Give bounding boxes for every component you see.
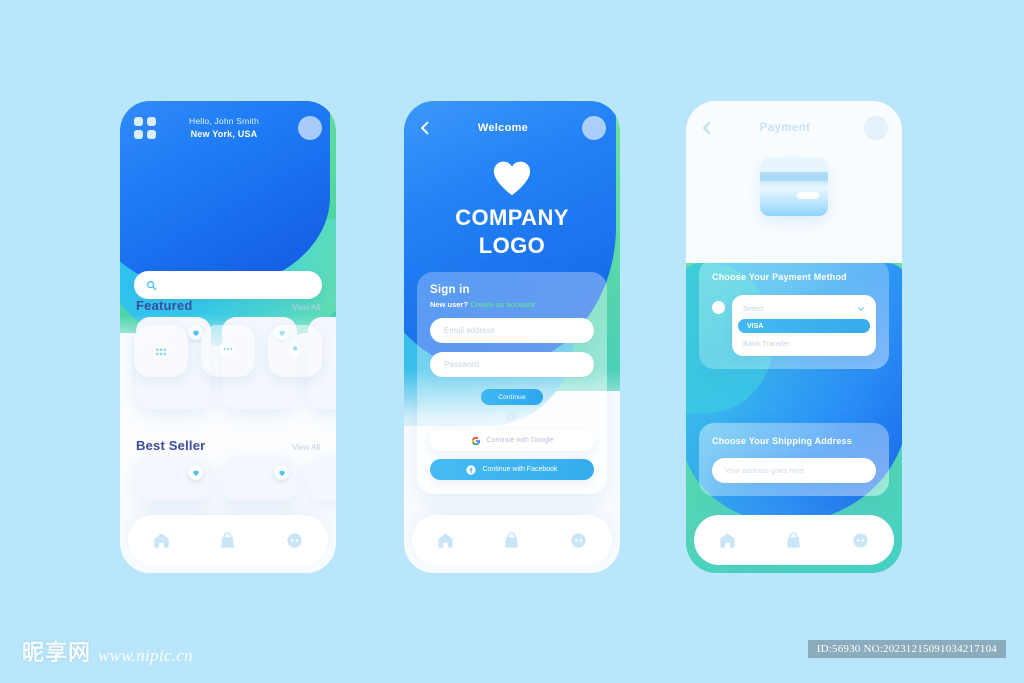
watermark-url: www.nipic.cn xyxy=(98,646,193,665)
greeting-location: New York, USA xyxy=(190,128,258,139)
home-tabbar xyxy=(128,515,328,565)
calendar-icon xyxy=(153,344,169,359)
facebook-icon xyxy=(466,464,477,475)
product-card[interactable] xyxy=(222,457,297,501)
signin-topbar: Welcome xyxy=(404,101,620,155)
favorite-button[interactable] xyxy=(274,465,289,480)
create-account-link[interactable]: Create an account xyxy=(470,300,535,309)
google-icon xyxy=(471,436,480,445)
signin-form-panel: Sign in New user? Create an account Emai… xyxy=(417,272,607,494)
dropdown-select-placeholder-row[interactable]: Select xyxy=(732,300,876,317)
home-icon[interactable] xyxy=(152,531,171,550)
payment-tabbar xyxy=(694,515,894,565)
favorite-button[interactable] xyxy=(188,465,203,480)
product-card[interactable] xyxy=(136,457,211,501)
section-header-featured: Featured View All xyxy=(136,298,320,313)
mockup-canvas: Hello, John Smith New York, USA Featured… xyxy=(0,0,1024,683)
new-user-label: New user? xyxy=(430,300,468,309)
continue-button[interactable]: Continue xyxy=(481,389,543,405)
signin-heading: Sign in xyxy=(430,284,470,296)
payment-topbar: Payment xyxy=(686,101,902,155)
dropdown-placeholder: Select xyxy=(743,304,764,314)
search-input[interactable] xyxy=(134,271,322,299)
payment-method-dropdown[interactable]: Select VISA Bank Transfer xyxy=(732,295,876,357)
card-magnetic-stripe xyxy=(760,172,828,181)
credit-card-icon xyxy=(760,158,828,216)
password-field[interactable]: Password xyxy=(430,352,594,377)
phone-home-screen: Hello, John Smith New York, USA Featured… xyxy=(120,101,336,573)
greeting-name: Hello, John Smith xyxy=(188,116,259,127)
radio-button[interactable] xyxy=(712,301,725,315)
logo-line-1: COMPANY xyxy=(455,205,569,230)
email-field[interactable]: Email address xyxy=(430,318,594,343)
address-input[interactable]: Your address goes here xyxy=(712,458,876,484)
chat-icon[interactable] xyxy=(569,531,588,550)
quick-action-messages[interactable] xyxy=(201,325,255,377)
continue-with-facebook-button[interactable]: Continue with Facebook xyxy=(430,459,594,480)
watermark: 昵享网 www.nipic.cn xyxy=(22,635,193,667)
bag-icon[interactable] xyxy=(784,531,803,550)
logo-line-2: LOGO xyxy=(478,232,546,258)
location-pin-icon xyxy=(289,342,301,360)
avatar[interactable] xyxy=(582,116,606,140)
view-all-link-best-seller[interactable]: View All xyxy=(292,443,320,452)
heart-icon xyxy=(192,470,199,476)
chat-bubble-icon xyxy=(220,343,236,358)
shipping-address-panel: Choose Your Shipping Address Your addres… xyxy=(699,423,889,497)
email-placeholder: Email address xyxy=(444,326,495,335)
dropdown-option-visa[interactable]: VISA xyxy=(738,319,870,334)
avatar[interactable] xyxy=(298,116,322,140)
password-placeholder: Password xyxy=(444,360,480,369)
company-logo: COMPANY LOGO xyxy=(404,159,620,258)
bag-icon[interactable] xyxy=(218,531,237,550)
phone-signin-screen: Welcome COMPANY LOGO Sign in New user? C… xyxy=(404,101,620,573)
home-icon[interactable] xyxy=(718,531,737,550)
signin-tabbar xyxy=(412,515,612,565)
heart-icon xyxy=(493,161,531,196)
or-divider-label: Or xyxy=(507,413,517,422)
card-chip xyxy=(797,192,819,199)
section-header-best-seller: Best Seller View All xyxy=(136,438,320,453)
payment-method-title: Choose Your Payment Method xyxy=(712,272,847,282)
facebook-button-label: Continue with Facebook xyxy=(482,466,558,473)
google-button-label: Continue with Google xyxy=(486,437,554,444)
watermark-site-name: 昵享网 xyxy=(22,641,92,666)
new-user-row: New user? Create an account xyxy=(430,300,594,309)
home-icon[interactable] xyxy=(436,531,455,550)
continue-with-google-button[interactable]: Continue with Google xyxy=(430,430,594,451)
page-title: Welcome xyxy=(477,122,529,134)
address-placeholder: Your address goes here xyxy=(725,466,805,476)
image-id-badge: ID:56930 NO:20231215091034217104 xyxy=(807,640,1006,658)
quick-action-location[interactable] xyxy=(268,325,322,377)
dropdown-option-bank-transfer[interactable]: Bank Transfer xyxy=(732,335,876,352)
product-card[interactable] xyxy=(308,457,336,501)
avatar[interactable] xyxy=(864,116,888,140)
home-topbar: Hello, John Smith New York, USA xyxy=(120,101,336,155)
chevron-down-icon xyxy=(858,306,864,311)
shipping-address-title: Choose Your Shipping Address xyxy=(712,436,852,446)
payment-select-row: Select VISA Bank Transfer xyxy=(712,295,876,357)
view-all-link-featured[interactable]: View All xyxy=(292,303,320,312)
quick-action-calendar[interactable] xyxy=(134,325,188,377)
best-seller-card-row[interactable] xyxy=(136,457,336,501)
chat-icon[interactable] xyxy=(851,531,870,550)
search-icon xyxy=(146,280,157,290)
quick-actions-row xyxy=(134,325,322,377)
payment-method-panel: Choose Your Payment Method Select VISA B… xyxy=(699,259,889,370)
heart-icon xyxy=(278,470,285,476)
section-title: Best Seller xyxy=(136,438,206,453)
section-title: Featured xyxy=(136,298,193,313)
phone-payment-screen: Payment Choose Your Payment Method Selec… xyxy=(686,101,902,573)
page-title: Payment xyxy=(759,122,811,134)
chat-icon[interactable] xyxy=(285,531,304,550)
bag-icon[interactable] xyxy=(502,531,521,550)
greeting-block: Hello, John Smith New York, USA xyxy=(150,116,298,140)
